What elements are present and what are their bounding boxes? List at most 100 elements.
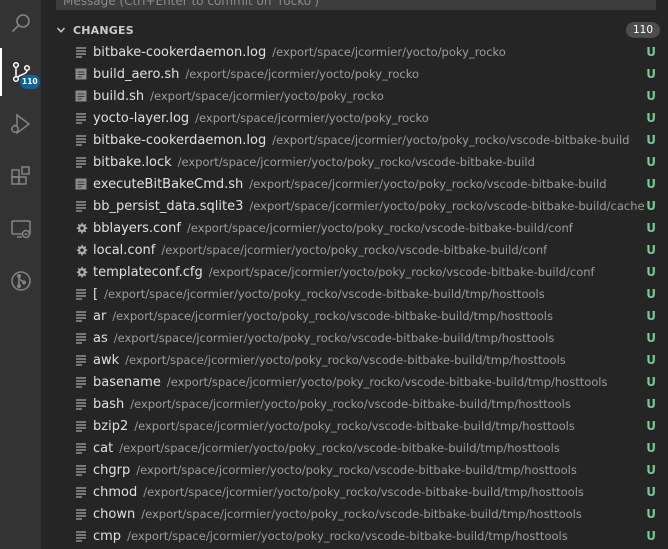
file-path: /export/space/jcormier/yocto/poky_rocko/… [130, 397, 571, 411]
file-row[interactable]: bitbake-cookerdaemon.log /export/space/j… [41, 41, 668, 63]
file-name: bblayers.conf [93, 220, 181, 236]
file-row[interactable]: cmp /export/space/jcormier/yocto/poky_ro… [41, 525, 668, 547]
file-path: /export/space/jcormier/yocto/poky_rocko/… [113, 331, 555, 345]
file-row[interactable]: awk /export/space/jcormier/yocto/poky_ro… [41, 349, 668, 371]
file-status-untracked: U [646, 221, 656, 235]
file-name: cmp [93, 528, 122, 544]
file-status-untracked: U [646, 397, 656, 411]
file-name: bzip2 [93, 418, 129, 434]
lines-file-icon [74, 485, 88, 499]
file-status-untracked: U [646, 177, 656, 191]
lines-file-icon [74, 419, 88, 433]
file-row[interactable]: chmod /export/space/jcormier/yocto/poky_… [41, 481, 668, 503]
lines-file-icon [74, 287, 88, 301]
activity-remote-explorer[interactable] [0, 205, 41, 253]
file-status-untracked: U [646, 287, 656, 301]
lines-file-icon [74, 507, 88, 521]
file-name: cat [93, 440, 114, 456]
file-row[interactable]: build.sh /export/space/jcormier/yocto/po… [41, 85, 668, 107]
file-path: /export/space/jcormier/yocto/poky_rocko/… [208, 265, 595, 279]
file-status-untracked: U [646, 155, 656, 169]
lines-file-icon [74, 309, 88, 323]
remote-explorer-icon [9, 217, 33, 241]
source-control-panel: CHANGES 110 bitbake-cookerdaemon.log /ex… [41, 0, 668, 549]
file-status-untracked: U [646, 353, 656, 367]
lines-file-icon [74, 155, 88, 169]
file-path: /export/space/jcormier/yocto/poky_rocko/… [134, 419, 575, 433]
file-path: /export/space/jcormier/yocto/poky_rocko/… [119, 441, 560, 455]
file-status-untracked: U [646, 375, 656, 389]
search-icon [9, 12, 33, 36]
activity-search[interactable] [0, 0, 41, 48]
file-name: build_aero.sh [93, 66, 180, 82]
file-path: /export/space/jcormier/yocto/poky_rocko/… [161, 243, 548, 257]
file-status-untracked: U [646, 133, 656, 147]
changes-label: CHANGES [73, 23, 134, 37]
file-name: chgrp [93, 462, 131, 478]
file-name: executeBitBakeCmd.sh [93, 176, 244, 192]
file-row[interactable]: bitbake.lock /export/space/jcormier/yoct… [41, 151, 668, 173]
file-name: local.conf [93, 242, 156, 258]
lines-file-icon [74, 111, 88, 125]
file-row[interactable]: ar /export/space/jcormier/yocto/poky_roc… [41, 305, 668, 327]
file-path: /export/space/jcormier/yocto/poky_rocko/… [127, 529, 568, 543]
file-row[interactable]: local.conf /export/space/jcormier/yocto/… [41, 239, 668, 261]
file-status-untracked: U [646, 507, 656, 521]
gear-file-icon [74, 221, 88, 235]
lines-file-icon [74, 353, 88, 367]
file-name: as [93, 330, 108, 346]
activity-extensions[interactable] [0, 153, 41, 201]
file-name: bitbake.lock [93, 154, 172, 170]
file-name: yocto-layer.log [93, 110, 190, 126]
lines-file-icon [74, 45, 88, 59]
activity-git-graph[interactable] [0, 257, 41, 305]
activity-bar: 110 [0, 0, 41, 549]
changes-count-badge: 110 [626, 22, 660, 38]
file-path: /export/space/jcormier/yocto/poky_rocko/… [143, 485, 584, 499]
changes-section-header[interactable]: CHANGES 110 [41, 19, 668, 41]
file-path: /export/space/jcormier/yocto/poky_rocko/… [177, 155, 535, 169]
file-name: ar [93, 308, 107, 324]
file-row[interactable]: [ /export/space/jcormier/yocto/poky_rock… [41, 283, 668, 305]
extensions-icon [9, 165, 33, 189]
file-name: bitbake-cookerdaemon.log [93, 44, 267, 60]
file-path: /export/space/jcormier/yocto/poky_rocko/… [141, 507, 582, 521]
file-name: bb_persist_data.sqlite3 [93, 198, 244, 214]
file-path: /export/space/jcormier/yocto/poky_rocko/… [186, 221, 573, 235]
file-row[interactable]: bzip2 /export/space/jcormier/yocto/poky_… [41, 415, 668, 437]
lines-file-icon [74, 375, 88, 389]
commit-message-input[interactable] [56, 0, 656, 10]
file-status-untracked: U [646, 309, 656, 323]
activity-source-control[interactable]: 110 [0, 48, 41, 96]
file-path: /export/space/jcormier/yocto/poky_rocko/… [125, 353, 566, 367]
file-name: chown [93, 506, 136, 522]
shell-file-icon [74, 67, 88, 81]
file-path: /export/space/jcormier/yocto/poky_rocko/… [166, 375, 608, 389]
file-row[interactable]: bitbake-cookerdaemon.log /export/space/j… [41, 129, 668, 151]
file-row[interactable]: yocto-layer.log /export/space/jcormier/y… [41, 107, 668, 129]
file-row[interactable]: cat /export/space/jcormier/yocto/poky_ro… [41, 437, 668, 459]
activity-run-debug[interactable] [0, 100, 41, 148]
file-row[interactable]: templateconf.cfg /export/space/jcormier/… [41, 261, 668, 283]
file-name: templateconf.cfg [93, 264, 203, 280]
file-path: /export/space/jcormier/yocto/poky_rocko [150, 89, 384, 103]
file-name: bash [93, 396, 125, 412]
file-row[interactable]: as /export/space/jcormier/yocto/poky_roc… [41, 327, 668, 349]
file-path: /export/space/jcormier/yocto/poky_rocko/… [249, 177, 607, 191]
file-path: /export/space/jcormier/yocto/poky_rocko/… [272, 133, 630, 147]
file-row[interactable]: bash /export/space/jcormier/yocto/poky_r… [41, 393, 668, 415]
lines-file-icon [74, 133, 88, 147]
file-path: /export/space/jcormier/yocto/poky_rocko [272, 45, 506, 59]
file-row[interactable]: build_aero.sh /export/space/jcormier/yoc… [41, 63, 668, 85]
lines-file-icon [74, 463, 88, 477]
file-row[interactable]: chown /export/space/jcormier/yocto/poky_… [41, 503, 668, 525]
file-row[interactable]: chgrp /export/space/jcormier/yocto/poky_… [41, 459, 668, 481]
file-row[interactable]: bblayers.conf /export/space/jcormier/yoc… [41, 217, 668, 239]
file-row[interactable]: executeBitBakeCmd.sh /export/space/jcorm… [41, 173, 668, 195]
file-status-untracked: U [646, 45, 656, 59]
file-row[interactable]: bb_persist_data.sqlite3 /export/space/jc… [41, 195, 668, 217]
lines-file-icon [74, 397, 88, 411]
file-row[interactable]: basename /export/space/jcormier/yocto/po… [41, 371, 668, 393]
changes-file-list: bitbake-cookerdaemon.log /export/space/j… [41, 41, 668, 547]
file-name: chmod [93, 484, 138, 500]
